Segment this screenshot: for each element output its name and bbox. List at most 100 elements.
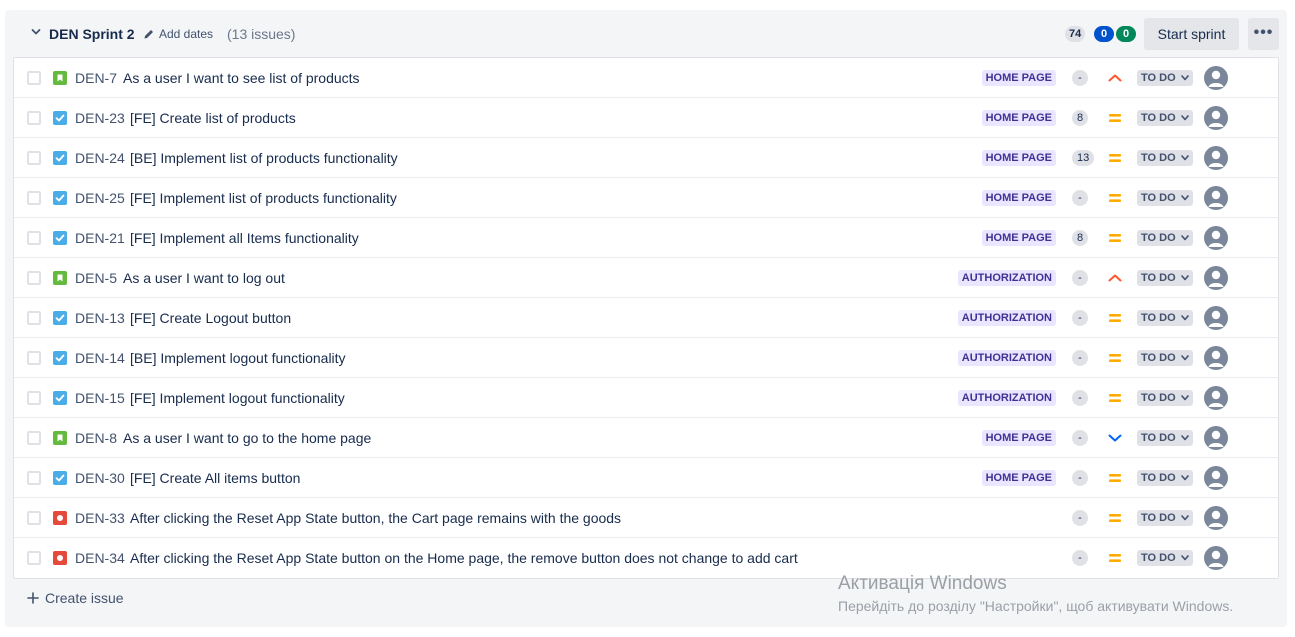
epic-label[interactable]: HOME PAGE — [981, 190, 1056, 206]
issue-key[interactable]: DEN-21 — [75, 230, 125, 246]
status-dropdown[interactable]: TO DO — [1137, 150, 1193, 166]
status-dropdown[interactable]: TO DO — [1137, 470, 1193, 486]
issue-row[interactable]: DEN-34 After clicking the Reset App State… — [14, 538, 1278, 578]
epic-label[interactable]: HOME PAGE — [981, 110, 1056, 126]
status-dropdown[interactable]: TO DO — [1137, 70, 1193, 86]
issue-summary[interactable]: As a user I want to see list of products — [123, 70, 360, 86]
unassigned-avatar-icon[interactable] — [1204, 226, 1228, 250]
issue-summary[interactable]: After clicking the Reset App State butto… — [130, 510, 621, 526]
issue-summary[interactable]: [FE] Implement logout functionality — [130, 390, 345, 406]
issue-summary[interactable]: [BE] Implement logout functionality — [130, 350, 346, 366]
status-dropdown[interactable]: TO DO — [1137, 270, 1193, 286]
status-dropdown[interactable]: TO DO — [1137, 310, 1193, 326]
issue-checkbox[interactable] — [27, 551, 41, 565]
status-dropdown[interactable]: TO DO — [1137, 550, 1193, 566]
issue-summary[interactable]: [FE] Create Logout button — [130, 310, 291, 326]
status-dropdown[interactable]: TO DO — [1137, 430, 1193, 446]
issue-key[interactable]: DEN-23 — [75, 110, 125, 126]
start-sprint-button[interactable]: Start sprint — [1144, 18, 1239, 50]
issue-checkbox[interactable] — [27, 471, 41, 485]
unassigned-avatar-icon[interactable] — [1204, 346, 1228, 370]
issue-row[interactable]: DEN-21 [FE] Implement all Items functiona… — [14, 218, 1278, 258]
epic-label[interactable]: AUTHORIZATION — [957, 350, 1056, 366]
issue-key[interactable]: DEN-34 — [75, 550, 125, 566]
issue-checkbox[interactable] — [27, 311, 41, 325]
issue-key[interactable]: DEN-14 — [75, 350, 125, 366]
issue-checkbox[interactable] — [27, 191, 41, 205]
story-points-estimate[interactable]: - — [1072, 270, 1088, 286]
issue-row[interactable]: DEN-30 [FE] Create All items button HOME P… — [14, 458, 1278, 498]
issue-checkbox[interactable] — [27, 231, 41, 245]
story-points-estimate[interactable]: - — [1072, 310, 1088, 326]
issue-row[interactable]: DEN-33 After clicking the Reset App State… — [14, 498, 1278, 538]
status-dropdown[interactable]: TO DO — [1137, 110, 1193, 126]
epic-label[interactable]: AUTHORIZATION — [957, 390, 1056, 406]
epic-label[interactable]: AUTHORIZATION — [957, 310, 1056, 326]
epic-label[interactable]: HOME PAGE — [981, 70, 1056, 86]
unassigned-avatar-icon[interactable] — [1204, 186, 1228, 210]
more-actions-button[interactable]: ••• — [1248, 18, 1279, 50]
unassigned-avatar-icon[interactable] — [1204, 386, 1228, 410]
story-points-estimate[interactable]: 8 — [1072, 110, 1089, 126]
story-points-estimate[interactable]: 13 — [1072, 150, 1095, 166]
issue-summary[interactable]: [FE] Create list of products — [130, 110, 296, 126]
story-points-estimate[interactable]: - — [1072, 70, 1088, 86]
issue-checkbox[interactable] — [27, 271, 41, 285]
issue-summary[interactable]: After clicking the Reset App State butto… — [130, 550, 798, 566]
story-points-estimate[interactable]: - — [1072, 190, 1088, 206]
unassigned-avatar-icon[interactable] — [1204, 506, 1228, 530]
epic-label[interactable]: HOME PAGE — [981, 230, 1056, 246]
unassigned-avatar-icon[interactable] — [1204, 426, 1228, 450]
issue-checkbox[interactable] — [27, 71, 41, 85]
story-points-estimate[interactable]: - — [1072, 510, 1088, 526]
issue-checkbox[interactable] — [27, 391, 41, 405]
status-dropdown[interactable]: TO DO — [1137, 350, 1193, 366]
epic-label[interactable]: HOME PAGE — [981, 470, 1056, 486]
unassigned-avatar-icon[interactable] — [1204, 266, 1228, 290]
issue-row[interactable]: DEN-8 As a user I want to go to the home … — [14, 418, 1278, 458]
issue-checkbox[interactable] — [27, 431, 41, 445]
issue-row[interactable]: DEN-13 [FE] Create Logout button AUTHORIZA… — [14, 298, 1278, 338]
unassigned-avatar-icon[interactable] — [1204, 106, 1228, 130]
issue-key[interactable]: DEN-30 — [75, 470, 125, 486]
create-issue-button[interactable]: Create issue — [27, 590, 124, 606]
issue-row[interactable]: DEN-7 As a user I want to see list of pro… — [14, 58, 1278, 98]
issue-checkbox[interactable] — [27, 151, 41, 165]
status-dropdown[interactable]: TO DO — [1137, 230, 1193, 246]
story-points-estimate[interactable]: - — [1072, 390, 1088, 406]
issue-row[interactable]: DEN-14 [BE] Implement logout functionalit… — [14, 338, 1278, 378]
issue-key[interactable]: DEN-33 — [75, 510, 125, 526]
chevron-down-icon[interactable] — [31, 27, 41, 37]
story-points-estimate[interactable]: - — [1072, 470, 1088, 486]
issue-row[interactable]: DEN-5 As a user I want to log out AUTHORIZ… — [14, 258, 1278, 298]
status-dropdown[interactable]: TO DO — [1137, 510, 1193, 526]
issue-key[interactable]: DEN-7 — [75, 70, 117, 86]
issue-checkbox[interactable] — [27, 351, 41, 365]
epic-label[interactable]: HOME PAGE — [981, 150, 1056, 166]
story-points-estimate[interactable]: - — [1072, 430, 1088, 446]
issue-row[interactable]: DEN-15 [FE] Implement logout functionalit… — [14, 378, 1278, 418]
epic-label[interactable]: AUTHORIZATION — [957, 270, 1056, 286]
issue-summary[interactable]: [BE] Implement list of products function… — [130, 150, 398, 166]
status-dropdown[interactable]: TO DO — [1137, 190, 1193, 206]
unassigned-avatar-icon[interactable] — [1204, 66, 1228, 90]
issue-summary[interactable]: [FE] Implement list of products function… — [130, 190, 397, 206]
epic-label[interactable]: HOME PAGE — [981, 430, 1056, 446]
issue-summary[interactable]: [FE] Create All items button — [130, 470, 300, 486]
issue-checkbox[interactable] — [27, 111, 41, 125]
status-dropdown[interactable]: TO DO — [1137, 390, 1193, 406]
add-dates-button[interactable]: Add dates — [143, 27, 213, 41]
issue-key[interactable]: DEN-24 — [75, 150, 125, 166]
issue-key[interactable]: DEN-15 — [75, 390, 125, 406]
unassigned-avatar-icon[interactable] — [1204, 146, 1228, 170]
unassigned-avatar-icon[interactable] — [1204, 306, 1228, 330]
story-points-estimate[interactable]: - — [1072, 350, 1088, 366]
issue-summary[interactable]: [FE] Implement all Items functionality — [130, 230, 359, 246]
issue-key[interactable]: DEN-8 — [75, 430, 117, 446]
unassigned-avatar-icon[interactable] — [1204, 466, 1228, 490]
issue-checkbox[interactable] — [27, 511, 41, 525]
story-points-estimate[interactable]: 8 — [1072, 230, 1089, 246]
issue-key[interactable]: DEN-13 — [75, 310, 125, 326]
issue-row[interactable]: DEN-24 [BE] Implement list of products fu… — [14, 138, 1278, 178]
issue-row[interactable]: DEN-25 [FE] Implement list of products fu… — [14, 178, 1278, 218]
